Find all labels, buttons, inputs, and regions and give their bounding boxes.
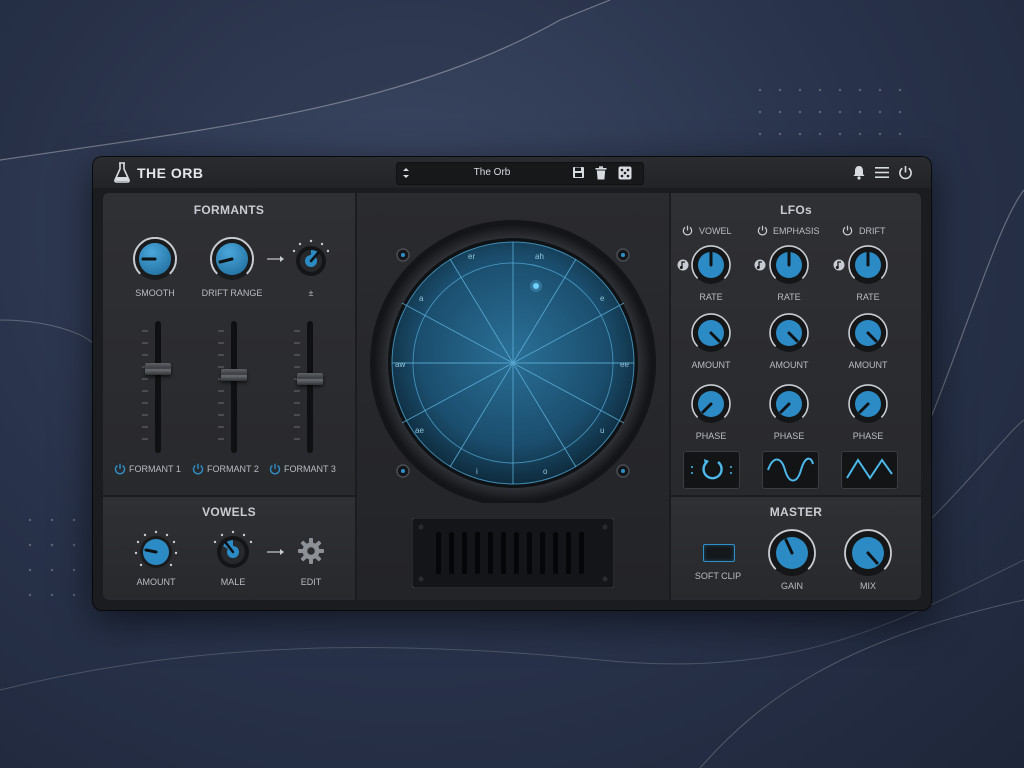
triangle-wave-icon — [846, 458, 893, 480]
emphasis-rate-knob[interactable] — [769, 245, 809, 285]
bell-icon[interactable] — [852, 165, 866, 180]
formant-3-fader[interactable] — [290, 321, 330, 453]
emphasis-lfo-shape[interactable] — [762, 451, 819, 489]
formant-2-fader[interactable] — [214, 321, 254, 453]
gain-knob[interactable] — [768, 529, 816, 577]
formants-panel: FORMANTS SMOOTH DRIFT RANGE ± FORMANT 1 … — [103, 193, 355, 495]
male-knob[interactable] — [210, 529, 256, 575]
lfo-emphasis-label: EMPHASIS — [773, 226, 820, 236]
formants-header: FORMANTS — [193, 203, 265, 217]
amount-label: AMOUNT — [848, 360, 888, 370]
mix-label: MIX — [859, 581, 876, 591]
trash-icon[interactable] — [595, 166, 607, 180]
sync-note-icon[interactable] — [677, 259, 689, 271]
vowels-panel: VOWELS AMOUNT MALE EDIT — [103, 497, 355, 600]
lfos-panel: LFOs VOWEL EMPHASIS DRIFT RATE RATE RATE… — [671, 193, 921, 495]
edit-label[interactable]: EDIT — [283, 577, 339, 587]
power-icon[interactable] — [114, 463, 126, 475]
vowel-rate-knob[interactable] — [691, 245, 731, 285]
bipolar-label: ± — [308, 288, 314, 298]
vowel-label: ae — [415, 426, 424, 435]
sync-note-icon[interactable] — [754, 259, 766, 271]
lfos-header: LFOs — [780, 203, 812, 217]
soft-clip-toggle[interactable] — [703, 544, 735, 562]
amount-label: AMOUNT — [769, 360, 809, 370]
drift-range-label: DRIFT RANGE — [201, 288, 263, 298]
power-icon[interactable] — [192, 463, 204, 475]
phase-label: PHASE — [773, 431, 805, 441]
sync-note-icon[interactable] — [833, 259, 845, 271]
formant-1-label[interactable]: FORMANT 1 — [129, 464, 181, 474]
vowel-label: ah — [535, 252, 544, 261]
drift-amount-knob[interactable] — [848, 313, 888, 353]
emphasis-phase-knob[interactable] — [769, 384, 809, 424]
emphasis-amount-knob[interactable] — [769, 313, 809, 353]
gain-label: GAIN — [780, 581, 803, 591]
phase-label: PHASE — [852, 431, 884, 441]
gear-icon[interactable] — [297, 537, 325, 565]
power-icon[interactable] — [269, 463, 281, 475]
vowel-amount-lfo-knob[interactable] — [691, 313, 731, 353]
plugin-window: THE ORB The Orb FORMANTS SMOOTH DRIFT RA… — [93, 157, 931, 610]
drift-rate-knob[interactable] — [848, 245, 888, 285]
smooth-knob[interactable] — [129, 237, 181, 285]
rate-label: RATE — [699, 292, 723, 302]
mix-knob[interactable] — [844, 529, 892, 577]
sine-wave-icon — [767, 457, 814, 482]
power-icon[interactable] — [757, 225, 768, 236]
vowel-label: u — [600, 426, 605, 435]
vowel-amount-knob[interactable] — [133, 529, 179, 575]
drift-bipolar-knob[interactable] — [289, 237, 333, 281]
phase-label: PHASE — [695, 431, 727, 441]
random-wave-icon — [691, 459, 732, 480]
rate-label: RATE — [856, 292, 880, 302]
power-icon[interactable] — [682, 225, 693, 236]
preset-selector[interactable]: The Orb — [396, 162, 644, 185]
dice-icon[interactable] — [618, 166, 632, 180]
amount-label: AMOUNT — [691, 360, 731, 370]
save-icon[interactable] — [572, 166, 585, 179]
vowel-label: o — [543, 467, 548, 476]
soft-clip-label: SOFT CLIP — [694, 571, 742, 581]
orb-display[interactable] — [357, 193, 669, 503]
master-panel: MASTER SOFT CLIP GAIN MIX — [671, 497, 921, 600]
power-icon[interactable] — [842, 225, 853, 236]
vowel-lfo-shape[interactable] — [683, 451, 740, 489]
power-icon[interactable] — [898, 165, 913, 180]
formant-1-fader[interactable] — [138, 321, 178, 453]
vowel-label: aw — [395, 360, 406, 369]
smooth-label: SMOOTH — [135, 288, 175, 298]
formant-2-handle[interactable] — [221, 369, 247, 381]
drift-lfo-shape[interactable] — [841, 451, 898, 489]
vowels-header: VOWELS — [202, 505, 256, 519]
rate-label: RATE — [777, 292, 801, 302]
drift-phase-knob[interactable] — [848, 384, 888, 424]
vowel-amount-label: AMOUNT — [136, 577, 176, 587]
drift-range-knob[interactable] — [206, 237, 258, 285]
vowel-label: ee — [620, 360, 629, 369]
app-title: THE ORB — [137, 165, 204, 181]
formant-3-handle[interactable] — [297, 373, 323, 385]
vowel-label: er — [468, 252, 476, 261]
lfo-drift-label: DRIFT — [859, 226, 886, 236]
formant-2-label[interactable]: FORMANT 2 — [207, 464, 259, 474]
preset-name[interactable]: The Orb — [397, 167, 587, 178]
male-label: MALE — [220, 577, 246, 587]
flask-icon — [114, 162, 130, 183]
master-header: MASTER — [769, 505, 823, 519]
vowel-phase-knob[interactable] — [691, 384, 731, 424]
vowel-label: a — [419, 294, 424, 303]
vowel-label: e — [600, 294, 605, 303]
top-bar: THE ORB The Orb — [93, 157, 931, 188]
vowel-label: i — [476, 467, 478, 476]
arrow-icon — [267, 549, 284, 555]
formant-3-label[interactable]: FORMANT 3 — [284, 464, 336, 474]
lfo-vowel-label: VOWEL — [699, 226, 732, 236]
orb-panel: er ah a e aw ee ae u i o — [357, 193, 669, 600]
formant-1-handle[interactable] — [145, 363, 171, 375]
arrow-icon — [267, 256, 284, 262]
menu-icon[interactable] — [875, 166, 889, 179]
speaker-grill — [412, 518, 614, 588]
